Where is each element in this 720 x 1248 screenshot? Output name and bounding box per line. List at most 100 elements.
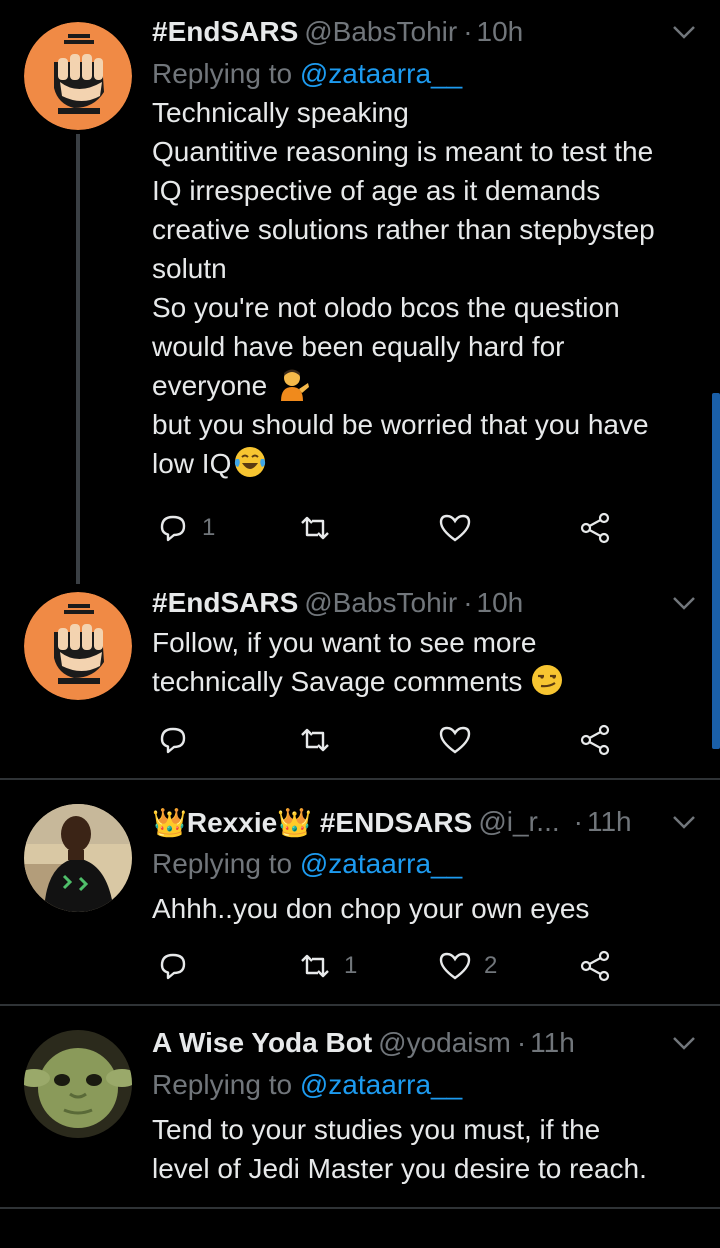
text-line: creative solutions rather than stepbyste… xyxy=(152,214,655,245)
text-line: technically Savage comments xyxy=(152,666,523,697)
text-line-with-emoji: low IQ xyxy=(152,444,700,483)
retweet-button[interactable]: 1 xyxy=(298,946,357,986)
chevron-down-icon[interactable] xyxy=(668,587,700,619)
tweet-header: 👑Rexxie👑 #ENDSARS @i_r... · 11h xyxy=(152,802,700,842)
chevron-down-icon[interactable] xyxy=(668,16,700,48)
chevron-down-icon[interactable] xyxy=(668,806,700,838)
display-name[interactable]: #EndSARS xyxy=(152,16,298,48)
avatar-yodaism[interactable] xyxy=(24,1030,132,1138)
avatar-babstohir[interactable] xyxy=(24,592,132,700)
tweet-text: Technically speaking Quantitive reasonin… xyxy=(152,93,700,483)
text-line: Technically speaking xyxy=(152,97,409,128)
reply-icon xyxy=(160,727,186,754)
tears-of-joy-emoji-icon xyxy=(235,447,266,477)
mention-link[interactable]: @zataarra__ xyxy=(300,58,462,89)
replying-to: Replying to @zataarra__ xyxy=(152,1065,700,1104)
retweet-icon xyxy=(301,516,329,540)
display-name[interactable]: 👑Rexxie👑 #ENDSARS xyxy=(152,806,472,839)
share-icon xyxy=(580,724,610,756)
mention-link[interactable]: @zataarra__ xyxy=(300,1069,462,1100)
retweet-count: 1 xyxy=(344,952,358,979)
timestamp[interactable]: 10h xyxy=(477,587,524,619)
thread-connector xyxy=(76,134,80,584)
text-line-with-emoji: everyone xyxy=(152,366,700,405)
share-icon xyxy=(580,950,610,982)
text-line: IQ irrespective of age as it demands xyxy=(152,175,601,206)
text-line: level of Jedi Master you desire to reach… xyxy=(152,1153,647,1184)
timestamp[interactable]: 11h xyxy=(530,1027,575,1059)
replying-to: Replying to @zataarra__ xyxy=(152,844,700,883)
timestamp[interactable]: 11h xyxy=(587,806,632,838)
text-line: but you should be worried that you have xyxy=(152,409,649,440)
like-button[interactable] xyxy=(438,508,484,548)
separator-dot: · xyxy=(573,806,583,837)
text-line: Follow, if you want to see more xyxy=(152,627,537,658)
tweet-text: Ahhh..you don chop your own eyes xyxy=(152,889,700,928)
share-button[interactable] xyxy=(578,946,612,986)
retweet-icon xyxy=(301,728,329,752)
reply-button[interactable] xyxy=(156,720,202,760)
text-line: would have been equally hard for xyxy=(152,331,565,362)
tweet-header: A Wise Yoda Bot @yodaism · 11h xyxy=(152,1023,700,1063)
replying-prefix: Replying to xyxy=(152,848,300,879)
replying-prefix: Replying to xyxy=(152,1069,300,1100)
crown-emoji-icon: 👑 xyxy=(152,806,187,838)
display-name-text: Rexxie xyxy=(186,806,278,838)
reply-icon xyxy=(160,953,186,980)
display-name[interactable]: #EndSARS xyxy=(152,587,298,619)
reply-button[interactable]: 1 xyxy=(156,508,215,548)
user-handle[interactable]: @BabsTohir xyxy=(304,16,457,48)
like-button[interactable]: 2 xyxy=(438,946,497,986)
text-line: So you're not olodo bcos the question xyxy=(152,292,620,323)
separator-dot: · xyxy=(516,1027,527,1058)
reply-count: 1 xyxy=(202,514,216,541)
user-handle[interactable]: @BabsTohir xyxy=(304,587,457,619)
tweet-header: #EndSARS @BabsTohir · 10h xyxy=(152,583,700,623)
tweet-header: #EndSARS @BabsTohir · 10h xyxy=(152,12,700,52)
tweet-text: Tend to your studies you must, if the le… xyxy=(152,1110,700,1188)
tweet-1[interactable]: #EndSARS @BabsTohir · 10h Replying to @z… xyxy=(0,0,720,584)
tweet-3[interactable]: 👑Rexxie👑 #ENDSARS @i_r... · 11h Replying… xyxy=(0,780,720,1004)
tweet-2[interactable]: #EndSARS @BabsTohir · 10h Follow, if you… xyxy=(0,580,720,778)
tweet-4[interactable]: A Wise Yoda Bot @yodaism · 11h Replying … xyxy=(0,1006,720,1206)
text-line: Quantitive reasoning is meant to test th… xyxy=(152,136,654,167)
text-line: low IQ xyxy=(152,448,232,479)
like-button[interactable] xyxy=(438,720,484,760)
separator-dot: · xyxy=(463,16,473,47)
chevron-down-icon[interactable] xyxy=(668,1027,700,1059)
tweet-actions xyxy=(152,720,622,760)
text-line-with-emoji: technically Savage comments xyxy=(152,662,700,701)
tweet-text: Follow, if you want to see more technica… xyxy=(152,623,700,701)
retweet-button[interactable] xyxy=(298,508,344,548)
text-line: Tend to your studies you must, if the xyxy=(152,1114,601,1145)
user-handle[interactable]: @yodaism xyxy=(378,1027,511,1059)
display-name-tag: #ENDSARS xyxy=(319,806,473,838)
avatar-babstohir[interactable] xyxy=(24,22,132,130)
share-button[interactable] xyxy=(578,720,612,760)
retweet-button[interactable] xyxy=(298,720,344,760)
like-count: 2 xyxy=(484,952,498,979)
avatar-rexxie[interactable] xyxy=(24,804,132,912)
reply-button[interactable] xyxy=(156,946,202,986)
timestamp[interactable]: 10h xyxy=(477,16,524,48)
like-icon xyxy=(439,726,471,754)
like-icon xyxy=(439,514,471,542)
share-button[interactable] xyxy=(578,508,612,548)
scrollbar-thumb[interactable] xyxy=(712,393,720,749)
crown-emoji-icon: 👑 xyxy=(277,806,313,838)
smirking-face-emoji-icon xyxy=(532,665,563,695)
separator-dot: · xyxy=(463,587,473,618)
display-name[interactable]: A Wise Yoda Bot xyxy=(152,1027,372,1059)
reply-icon xyxy=(160,515,186,542)
tweet-divider xyxy=(0,1207,720,1209)
mention-link[interactable]: @zataarra__ xyxy=(300,848,462,879)
tweet-actions: 1 2 xyxy=(152,946,622,986)
user-handle[interactable]: @i_r... xyxy=(478,806,559,838)
replying-to: Replying to @zataarra__ xyxy=(152,54,700,93)
text-line: everyone xyxy=(152,370,268,401)
share-icon xyxy=(580,512,610,544)
tweet-actions: 1 xyxy=(152,508,622,548)
like-icon xyxy=(439,952,471,980)
replying-prefix: Replying to xyxy=(152,58,300,89)
text-line: solutn xyxy=(152,253,227,284)
